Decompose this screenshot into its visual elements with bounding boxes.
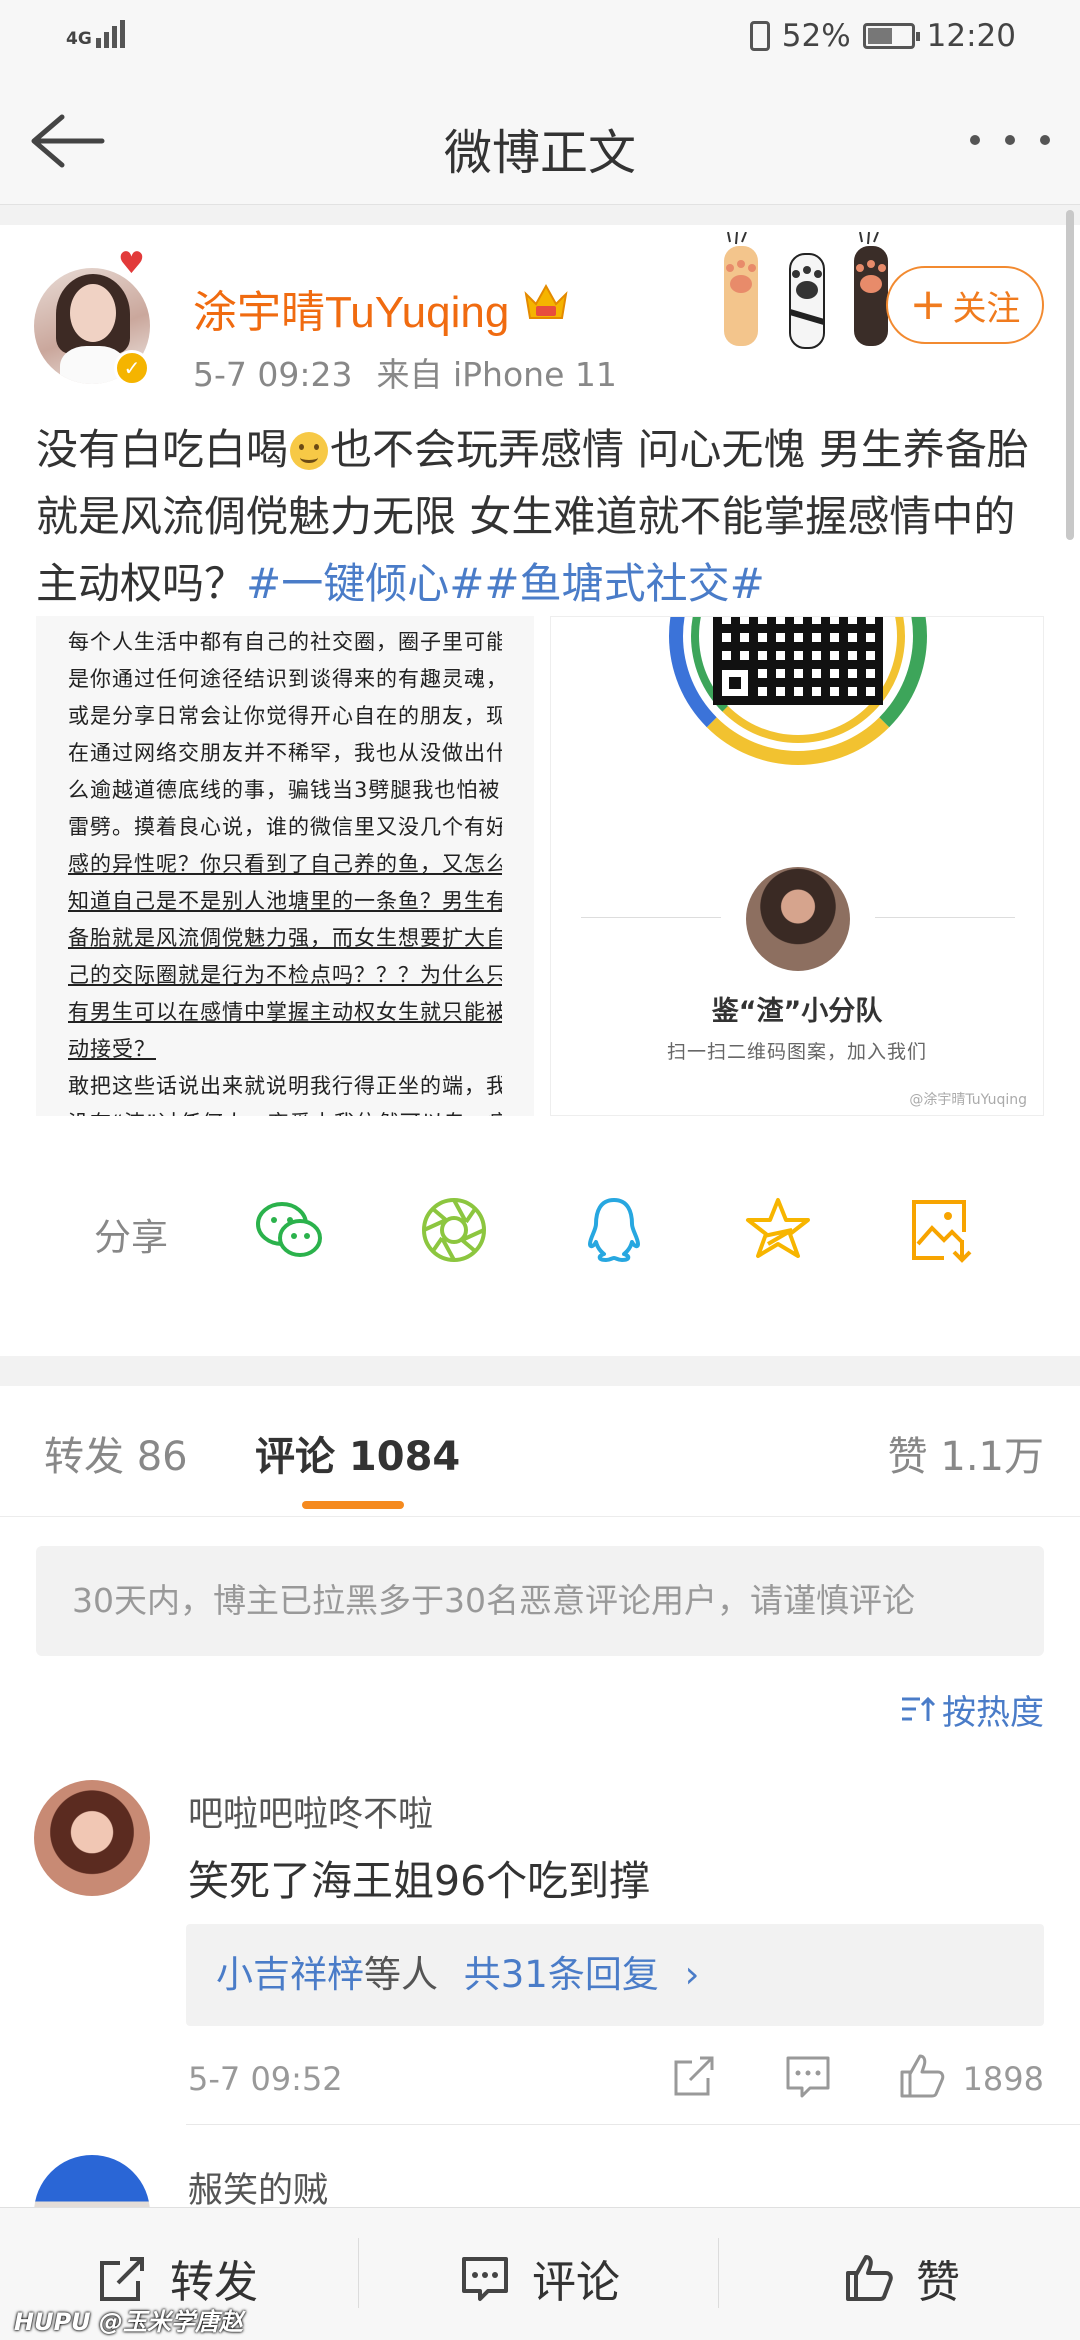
- comment-replies[interactable]: 小吉祥梓等人 共31条回复 ›: [186, 1924, 1044, 2026]
- share-label: 分享: [94, 1216, 168, 1259]
- vibrate-icon: [749, 21, 770, 51]
- like-comment-icon[interactable]: [896, 2050, 948, 2102]
- reply-comment-icon[interactable]: [782, 2050, 834, 2102]
- comment-icon: [462, 2257, 508, 2301]
- post-hashtags[interactable]: #一键倾心##鱼塘式社交#: [246, 559, 765, 608]
- comment-button[interactable]: 评论: [458, 2246, 620, 2310]
- post-text-part1: 没有白吃白喝: [36, 425, 289, 474]
- post-time: 5-7 09:23: [193, 355, 353, 394]
- repost-icon: [100, 2257, 144, 2301]
- repost-comment-icon[interactable]: [668, 2050, 720, 2102]
- image-text-line: 在通过网络交朋友并不稀罕，我也从没做出什: [68, 741, 502, 765]
- more-button[interactable]: [970, 125, 1050, 155]
- post-text: 没有白吃白喝 也不会玩弄感情 问心无愧 男生养备胎就是风流倜傥魅力无限 女生难道就…: [36, 416, 1046, 617]
- comment-text: 笑死了海王姐96个吃到撑: [188, 1857, 651, 1905]
- moments-icon[interactable]: [416, 1192, 492, 1268]
- post-meta: 5-7 09:23 来自 iPhone 11: [193, 348, 617, 396]
- reply-count[interactable]: 共31条回复: [464, 1953, 659, 1996]
- save-image-icon[interactable]: [904, 1192, 980, 1268]
- qr-code-icon: [713, 617, 883, 705]
- comment-notice: 30天内，博主已拉黑多于30名恶意评论用户，请谨慎评论: [36, 1546, 1044, 1656]
- image-text-line: 备胎就是风流倜傥魅力强，而女生想要扩大自: [68, 926, 502, 950]
- image-text-line: 有男生可以在感情中掌握主动权女生就只能被: [68, 1000, 502, 1024]
- status-bar: 4G 52% 12:20: [0, 0, 1080, 75]
- more-dots-icon: [970, 135, 980, 145]
- status-right: 52% 12:20: [749, 18, 1016, 54]
- image-watermark: @涂宇晴TuYuqing: [909, 1092, 1027, 1108]
- active-tab-indicator: [302, 1501, 404, 1509]
- image-text-line: 没有“渣”过任何人，恋爱中我依然可以专一痴: [68, 1105, 502, 1116]
- section-gap: [0, 1356, 1080, 1386]
- tab-likes[interactable]: 赞 1.1万: [888, 1424, 1044, 1482]
- image-text-line: 敢把这些话说出来就说明我行得正坐的端，我: [68, 1074, 502, 1098]
- smile-emoji-icon: [290, 432, 329, 470]
- image-text-line: 感的异性呢？你只看到了自己养的鱼，又怎么: [68, 852, 502, 876]
- repost-button[interactable]: 转发: [96, 2246, 258, 2310]
- repost-label: 转发: [170, 2257, 258, 2308]
- verified-badge-icon: ✓: [114, 350, 150, 386]
- image-text-line: 动接受？: [68, 1037, 156, 1061]
- commenter-name[interactable]: 吧啦吧啦咚不啦: [188, 1786, 433, 1837]
- qq-icon[interactable]: [576, 1192, 652, 1268]
- reply-mid-text: 等人: [364, 1953, 438, 1996]
- battery-icon: [862, 23, 920, 49]
- comment-like-count: 1898: [962, 2060, 1044, 2098]
- scrollbar[interactable]: [1066, 210, 1074, 540]
- team-subtitle: 扫一扫二维码图案，加入我们: [666, 1041, 927, 1063]
- page-title: 微博正文: [443, 125, 636, 181]
- battery-percent: 52%: [781, 18, 851, 54]
- tab-repost[interactable]: 转发 86: [44, 1424, 188, 1482]
- reply-user-names[interactable]: 小吉祥梓: [216, 1953, 364, 1996]
- comment-label: 评论: [532, 2257, 620, 2308]
- post-source: 来自 iPhone 11: [376, 355, 617, 394]
- tab-comments[interactable]: 评论 1084: [255, 1424, 460, 1482]
- image-text-line: 知道自己是不是别人池塘里的一条鱼？男生有: [68, 889, 502, 913]
- vip-crown-icon[interactable]: [522, 280, 570, 324]
- cat-paws-decoration-icon: [724, 232, 888, 349]
- sort-icon: [902, 1696, 936, 1721]
- commenter-name[interactable]: 赧笑的贼: [188, 2162, 328, 2213]
- team-avatar: [746, 867, 850, 971]
- like-label: 赞: [916, 2257, 960, 2308]
- like-icon: [846, 2255, 893, 2301]
- clock: 12:20: [926, 18, 1016, 54]
- signal-indicator: 4G: [66, 18, 125, 48]
- heart-decoration-icon: ♥: [118, 246, 145, 281]
- follow-button[interactable]: + 关注: [886, 266, 1044, 344]
- post-image-text[interactable]: 每个人生活中都有自己的社交圈，圈子里可能 是你通过任何途径结识到谈得来的有趣灵魂，…: [36, 616, 534, 1116]
- follow-label: 关注: [952, 288, 1021, 329]
- chevron-right-icon: ›: [684, 1953, 700, 1996]
- commenter-avatar[interactable]: [34, 1780, 150, 1896]
- network-type: 4G: [66, 29, 92, 49]
- image-text-line: 雷劈。摸着良心说，谁的微信里又没几个有好: [68, 815, 502, 839]
- wechat-icon[interactable]: [252, 1192, 328, 1268]
- top-nav: 微博正文: [0, 75, 1080, 205]
- site-watermark: HUPU @玉米学唐赵: [14, 2308, 244, 2336]
- comment-time: 5-7 09:52: [188, 2060, 343, 2098]
- team-name: 鉴“渣”小分队: [711, 996, 883, 1027]
- image-text-line: 每个人生活中都有自己的社交圈，圈子里可能: [68, 630, 502, 654]
- image-text-line: 么逾越道德底线的事，骗钱当3劈腿我也怕被: [68, 778, 501, 802]
- like-button[interactable]: 赞: [842, 2246, 960, 2310]
- qzone-icon[interactable]: [740, 1192, 816, 1268]
- author-name[interactable]: 涂宇晴TuYuqing: [193, 276, 509, 340]
- image-text-line: 或是分享日常会让你觉得开心自在的朋友，现: [68, 704, 502, 728]
- signal-icon: [95, 18, 125, 48]
- plus-icon: +: [909, 279, 947, 330]
- sort-by-hot-button[interactable]: 按热度: [900, 1685, 1044, 1734]
- section-gap: [0, 205, 1080, 225]
- sort-label: 按热度: [942, 1693, 1044, 1733]
- image-text-line: 是你通过任何途径结识到谈得来的有趣灵魂，: [68, 667, 502, 691]
- image-text-line: 己的交际圈就是行为不检点吗？？？为什么只: [68, 963, 502, 987]
- post-image-qrcode[interactable]: 鉴“渣”小分队 扫一扫二维码图案，加入我们 @涂宇晴TuYuqing: [550, 616, 1044, 1116]
